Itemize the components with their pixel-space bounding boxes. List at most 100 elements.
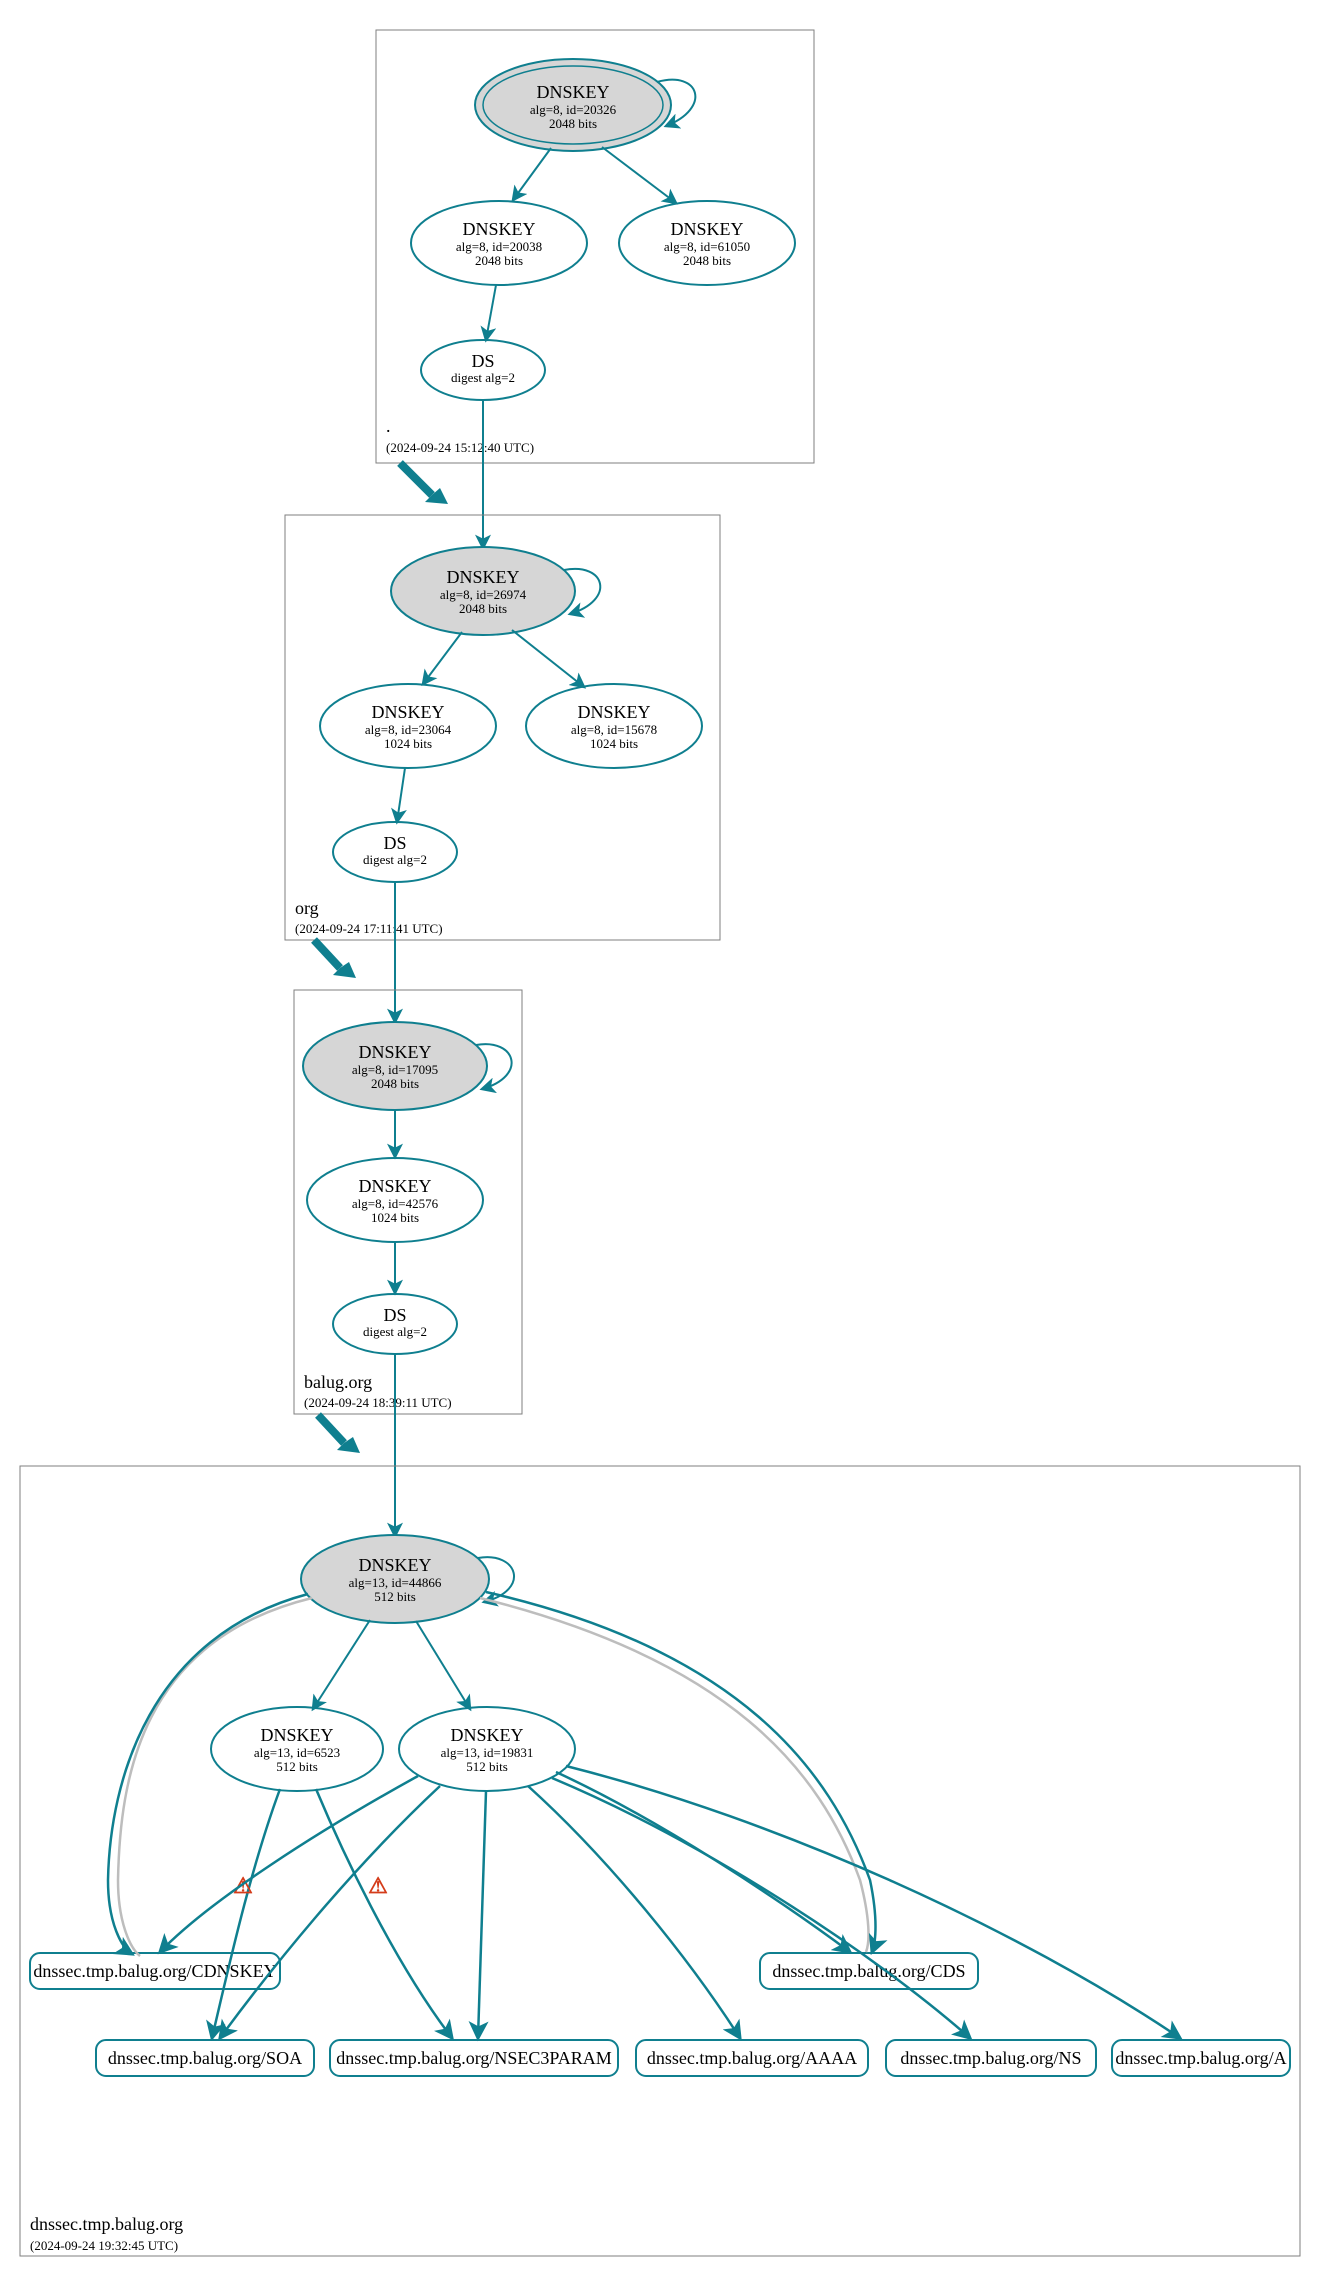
rr-ns[interactable]: dnssec.tmp.balug.org/NS <box>886 2040 1096 2076</box>
svg-text:1024 bits: 1024 bits <box>590 736 638 751</box>
svg-text:(2024-09-24 18:39:11 UTC): (2024-09-24 18:39:11 UTC) <box>304 1395 452 1410</box>
zonearrow-root-org <box>400 463 432 495</box>
svg-text:balug.org: balug.org <box>304 1372 372 1392</box>
svg-text:alg=8, id=23064: alg=8, id=23064 <box>365 722 452 737</box>
edge-root-zsk1-ds <box>486 285 496 340</box>
svg-text:DNSKEY: DNSKEY <box>446 567 519 587</box>
svg-text:512 bits: 512 bits <box>466 1759 508 1774</box>
node-org-zsk1[interactable]: DNSKEY alg=8, id=23064 1024 bits <box>320 684 496 768</box>
svg-text:2048 bits: 2048 bits <box>371 1076 419 1091</box>
rr-a[interactable]: dnssec.tmp.balug.org/A <box>1112 2040 1290 2076</box>
zonearrow-org-balug <box>314 940 340 968</box>
svg-text:alg=13, id=19831: alg=13, id=19831 <box>441 1745 534 1760</box>
svg-text:DNSKEY: DNSKEY <box>358 1555 431 1575</box>
svg-text:DNSKEY: DNSKEY <box>536 82 609 102</box>
node-leaf-zsk1[interactable]: DNSKEY alg=13, id=6523 512 bits <box>211 1707 383 1791</box>
svg-text:DS: DS <box>471 351 494 371</box>
svg-text:alg=8, id=42576: alg=8, id=42576 <box>352 1196 439 1211</box>
rr-cdnskey[interactable]: dnssec.tmp.balug.org/CDNSKEY <box>30 1953 280 1989</box>
edge-org-zsk1-ds <box>397 768 405 822</box>
zone-balug: balug.org (2024-09-24 18:39:11 UTC) DNSK… <box>294 990 522 1414</box>
svg-text:DS: DS <box>383 1305 406 1325</box>
svg-text:DNSKEY: DNSKEY <box>450 1725 523 1745</box>
zone-org: org (2024-09-24 17:11:41 UTC) DNSKEY alg… <box>285 515 720 940</box>
svg-text:alg=13, id=44866: alg=13, id=44866 <box>349 1575 442 1590</box>
svg-text:dnssec.tmp.balug.org/SOA: dnssec.tmp.balug.org/SOA <box>108 2048 302 2068</box>
node-root-ksk[interactable]: DNSKEY alg=8, id=20326 2048 bits <box>475 59 671 151</box>
node-balug-zsk[interactable]: DNSKEY alg=8, id=42576 1024 bits <box>307 1158 483 1242</box>
svg-text:(2024-09-24 19:32:45 UTC): (2024-09-24 19:32:45 UTC) <box>30 2238 178 2253</box>
zone-root: . (2024-09-24 15:12:40 UTC) DNSKEY alg=8… <box>376 30 814 463</box>
edge-root-ksk-zsk2 <box>602 147 676 203</box>
edge-leaf-zsk2-nsec3p <box>478 1791 486 2038</box>
svg-text:alg=8, id=20326: alg=8, id=20326 <box>530 102 617 117</box>
svg-text:dnssec.tmp.balug.org/CDNSKEY: dnssec.tmp.balug.org/CDNSKEY <box>33 1961 276 1981</box>
node-balug-ds[interactable]: DS digest alg=2 <box>333 1294 457 1354</box>
zone-org-name: org <box>295 898 319 918</box>
rr-nsec3param[interactable]: dnssec.tmp.balug.org/NSEC3PARAM <box>330 2040 618 2076</box>
svg-text:digest alg=2: digest alg=2 <box>363 852 427 867</box>
svg-text:512 bits: 512 bits <box>374 1589 416 1604</box>
svg-text:(2024-09-24 17:11:41 UTC): (2024-09-24 17:11:41 UTC) <box>295 921 443 936</box>
edge-org-ksk-zsk1 <box>423 632 462 684</box>
edge-leaf-zsk2-ns <box>552 1778 970 2038</box>
svg-text:.: . <box>386 416 391 436</box>
svg-text:digest alg=2: digest alg=2 <box>451 370 515 385</box>
rr-soa[interactable]: dnssec.tmp.balug.org/SOA <box>96 2040 314 2076</box>
svg-text:alg=8, id=20038: alg=8, id=20038 <box>456 239 542 254</box>
node-root-ds[interactable]: DS digest alg=2 <box>421 340 545 400</box>
svg-text:alg=13, id=6523: alg=13, id=6523 <box>254 1745 340 1760</box>
zone-leaf-name: dnssec.tmp.balug.org <box>30 2214 183 2234</box>
edge-root-ksk-zsk1 <box>513 148 551 200</box>
rr-aaaa[interactable]: dnssec.tmp.balug.org/AAAA <box>636 2040 868 2076</box>
edge-leaf-zsk2-aaaa <box>528 1786 740 2038</box>
node-org-ds[interactable]: DS digest alg=2 <box>333 822 457 882</box>
node-org-zsk2[interactable]: DNSKEY alg=8, id=15678 1024 bits <box>526 684 702 768</box>
edge-leaf-zsk1-soa <box>212 1789 280 2038</box>
svg-text:512 bits: 512 bits <box>276 1759 318 1774</box>
node-root-zsk1[interactable]: DNSKEY alg=8, id=20038 2048 bits <box>411 201 587 285</box>
zone-balug-ts: (2024-09-24 18:39:11 UTC) <box>304 1395 452 1410</box>
svg-text:dnssec.tmp.balug.org/CDS: dnssec.tmp.balug.org/CDS <box>772 1961 965 1981</box>
svg-text:alg=8, id=15678: alg=8, id=15678 <box>571 722 657 737</box>
warning-icon: ⚠ <box>368 1873 388 1898</box>
svg-text:2048 bits: 2048 bits <box>475 253 523 268</box>
zone-root-name: . <box>386 416 391 436</box>
svg-text:alg=8, id=26974: alg=8, id=26974 <box>440 587 527 602</box>
svg-text:dnssec.tmp.balug.org/AAAA: dnssec.tmp.balug.org/AAAA <box>647 2048 857 2068</box>
svg-text:1024 bits: 1024 bits <box>371 1210 419 1225</box>
node-leaf-ksk[interactable]: DNSKEY alg=13, id=44866 512 bits <box>301 1535 489 1623</box>
svg-text:DNSKEY: DNSKEY <box>260 1725 333 1745</box>
node-balug-ksk[interactable]: DNSKEY alg=8, id=17095 2048 bits <box>303 1022 487 1110</box>
zone-root-ts: (2024-09-24 15:12:40 UTC) <box>386 440 534 455</box>
svg-text:(2024-09-24 15:12:40 UTC): (2024-09-24 15:12:40 UTC) <box>386 440 534 455</box>
svg-text:DNSKEY: DNSKEY <box>577 702 650 722</box>
zone-leaf-ts: (2024-09-24 19:32:45 UTC) <box>30 2238 178 2253</box>
svg-text:2048 bits: 2048 bits <box>459 601 507 616</box>
svg-text:DNSKEY: DNSKEY <box>371 702 444 722</box>
svg-text:DNSKEY: DNSKEY <box>462 219 535 239</box>
svg-text:org: org <box>295 898 319 918</box>
edge-leaf-ksk-zsk1 <box>313 1620 370 1709</box>
svg-text:DNSKEY: DNSKEY <box>670 219 743 239</box>
edge-org-ksk-zsk2 <box>512 630 584 687</box>
node-leaf-zsk2[interactable]: DNSKEY alg=13, id=19831 512 bits <box>399 1707 575 1791</box>
svg-text:1024 bits: 1024 bits <box>384 736 432 751</box>
svg-text:2048 bits: 2048 bits <box>683 253 731 268</box>
zone-leaf: dnssec.tmp.balug.org (2024-09-24 19:32:4… <box>20 1466 1300 2256</box>
zone-balug-name: balug.org <box>304 1372 372 1392</box>
zonearrow-balug-leaf <box>318 1415 344 1443</box>
svg-text:digest alg=2: digest alg=2 <box>363 1324 427 1339</box>
svg-text:DNSKEY: DNSKEY <box>358 1176 431 1196</box>
zone-org-ts: (2024-09-24 17:11:41 UTC) <box>295 921 443 936</box>
edge-leaf-zsk2-cdnskey <box>160 1776 418 1952</box>
edge-leaf-zsk1-nsec3p <box>316 1789 452 2038</box>
svg-text:2048 bits: 2048 bits <box>549 116 597 131</box>
svg-text:alg=8, id=17095: alg=8, id=17095 <box>352 1062 438 1077</box>
svg-text:dnssec.tmp.balug.org/NS: dnssec.tmp.balug.org/NS <box>900 2048 1081 2068</box>
svg-text:alg=8, id=61050: alg=8, id=61050 <box>664 239 750 254</box>
node-root-zsk2[interactable]: DNSKEY alg=8, id=61050 2048 bits <box>619 201 795 285</box>
svg-text:DS: DS <box>383 833 406 853</box>
svg-text:dnssec.tmp.balug.org/A: dnssec.tmp.balug.org/A <box>1115 2048 1286 2068</box>
node-org-ksk[interactable]: DNSKEY alg=8, id=26974 2048 bits <box>391 547 575 635</box>
